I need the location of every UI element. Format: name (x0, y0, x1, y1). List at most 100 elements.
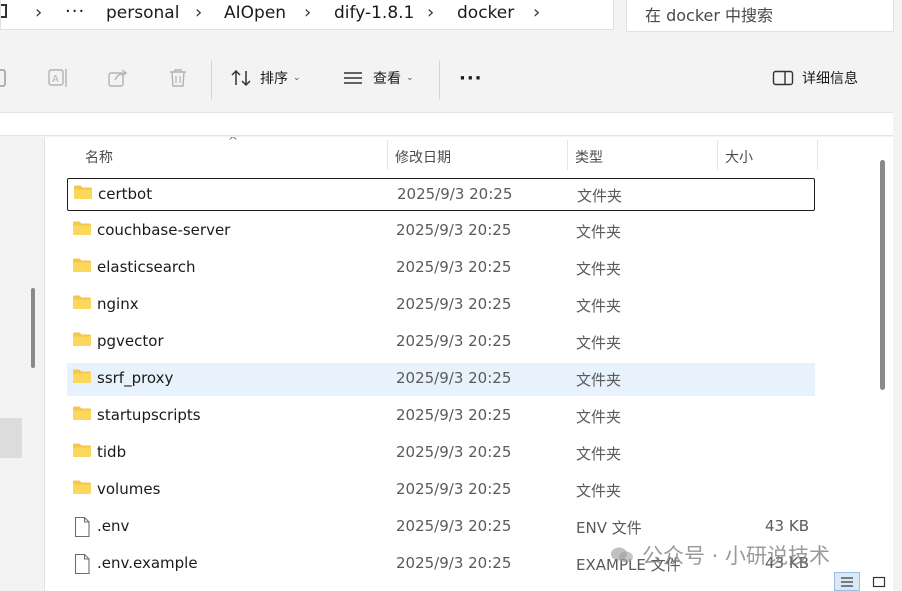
chevron-down-icon: ⌄ (406, 73, 414, 83)
share-button[interactable] (106, 62, 130, 94)
file-type: 文件夹 (576, 334, 622, 352)
column-header-name[interactable]: 名称 (85, 147, 113, 167)
file-type: 文件夹 (576, 371, 622, 389)
file-name: certbot (98, 185, 153, 203)
file-type: 文件夹 (577, 187, 623, 205)
column-header-modified[interactable]: 修改日期 (395, 147, 451, 167)
file-modified: 2025/9/3 20:25 (396, 221, 512, 239)
toolbar-divider (211, 60, 212, 100)
folder-icon (72, 368, 92, 388)
file-name: elasticsearch (97, 258, 196, 276)
column-divider[interactable] (387, 140, 388, 170)
file-list: ^ 名称 修改日期 类型 大小 certbot 2025/9/3 20:25 文件夹… (44, 137, 893, 591)
navigation-scrollbar[interactable] (31, 288, 35, 368)
file-modified: 2025/9/3 20:25 (396, 443, 512, 461)
sort-label: 排序 (260, 71, 288, 87)
breadcrumb-personal[interactable]: personal (106, 3, 179, 23)
file-row[interactable]: elasticsearch 2025/9/3 20:25 文件夹 (67, 252, 815, 285)
folder-icon (72, 331, 92, 351)
tiles-view-button[interactable] (866, 572, 892, 591)
folder-icon (72, 405, 92, 425)
this-pc-icon[interactable] (1, 4, 7, 18)
folder-icon (72, 220, 92, 240)
view-switcher (834, 572, 892, 591)
navigation-selected-item[interactable] (0, 418, 22, 458)
file-modified: 2025/9/3 20:25 (396, 258, 512, 276)
view-icon (342, 68, 364, 88)
file-type: 文件夹 (576, 408, 622, 426)
search-input[interactable] (627, 0, 893, 30)
delete-button[interactable] (166, 62, 190, 94)
file-modified: 2025/9/3 20:25 (396, 406, 512, 424)
file-modified: 2025/9/3 20:25 (396, 517, 512, 535)
file-list-scrollbar[interactable] (880, 160, 885, 390)
rename-icon: A (46, 67, 70, 89)
trash-icon (166, 67, 190, 89)
breadcrumb-overflow[interactable]: ··· (65, 1, 85, 22)
file-type: ENV 文件 (576, 519, 642, 537)
column-header-type[interactable]: 类型 (575, 147, 603, 167)
file-modified: 2025/9/3 20:25 (396, 332, 512, 350)
file-type: 文件夹 (576, 297, 622, 315)
file-row[interactable]: startupscripts 2025/9/3 20:25 文件夹 (67, 400, 815, 433)
tiles-view-icon (872, 576, 886, 587)
file-name: pgvector (97, 332, 164, 350)
file-row[interactable]: nginx 2025/9/3 20:25 文件夹 (67, 289, 815, 322)
details-pane-button[interactable]: 详细信息 (772, 62, 858, 94)
rename-button[interactable]: A (46, 62, 70, 94)
breadcrumb-dify[interactable]: dify-1.8.1 (334, 3, 414, 23)
view-button[interactable]: 查看 ⌄ (342, 62, 414, 94)
column-header-size[interactable]: 大小 (725, 147, 753, 167)
column-header-row: ^ 名称 修改日期 类型 大小 (45, 137, 893, 173)
details-view-icon (841, 576, 853, 587)
file-size: 43 KB (765, 517, 809, 535)
file-row[interactable]: volumes 2025/9/3 20:25 文件夹 (67, 474, 815, 507)
details-view-button[interactable] (834, 572, 860, 591)
search-box[interactable] (626, 0, 894, 32)
folder-icon (72, 294, 92, 314)
file-modified: 2025/9/3 20:25 (396, 369, 512, 387)
file-row[interactable]: tidb 2025/9/3 20:25 文件夹 (67, 437, 815, 470)
column-divider[interactable] (717, 140, 718, 170)
chevron-right-icon[interactable]: › (533, 2, 540, 23)
sort-icon (230, 68, 254, 88)
breadcrumb-docker[interactable]: docker (457, 3, 514, 23)
sort-button[interactable]: 排序 ⌄ (230, 62, 301, 94)
share-icon (106, 67, 130, 89)
address-bar[interactable]: › ··· personal › AIOpen › dify-1.8.1 › d… (0, 0, 614, 30)
chevron-right-icon[interactable]: › (304, 2, 311, 23)
new-button[interactable] (0, 62, 8, 94)
more-options-button[interactable]: ··· (459, 62, 483, 94)
view-label: 查看 (373, 71, 401, 87)
file-row[interactable]: couchbase-server 2025/9/3 20:25 文件夹 (67, 215, 815, 248)
toolbar-divider (439, 60, 440, 100)
file-row[interactable]: pgvector 2025/9/3 20:25 文件夹 (67, 326, 815, 359)
file-name: volumes (97, 480, 161, 498)
file-type: 文件夹 (576, 482, 622, 500)
sort-ascending-icon: ^ (228, 137, 239, 148)
file-icon (72, 553, 92, 579)
file-icon (72, 516, 92, 542)
file-row[interactable]: certbot 2025/9/3 20:25 文件夹 (67, 178, 815, 211)
folder-icon (73, 184, 93, 204)
folder-icon (72, 257, 92, 277)
chevron-right-icon[interactable]: › (35, 2, 42, 23)
file-name: nginx (97, 295, 139, 313)
chevron-right-icon[interactable]: › (195, 2, 202, 23)
file-type: 文件夹 (576, 445, 622, 463)
chevron-right-icon[interactable]: › (427, 2, 434, 23)
chevron-down-icon: ⌄ (293, 73, 301, 83)
file-name: .env.example (97, 554, 198, 572)
watermark: 公众号 · 小研说技术 (610, 540, 830, 570)
details-pane-icon (772, 68, 794, 88)
folder-icon (72, 479, 92, 499)
column-divider[interactable] (567, 140, 568, 170)
file-modified: 2025/9/3 20:25 (396, 480, 512, 498)
file-row[interactable]: ssrf_proxy 2025/9/3 20:25 文件夹 (67, 363, 815, 396)
wechat-icon (611, 547, 633, 563)
file-name: couchbase-server (97, 221, 231, 239)
breadcrumb-aiopen[interactable]: AIOpen (224, 3, 286, 23)
watermark-text: 公众号 · 小研说技术 (642, 544, 831, 568)
column-divider[interactable] (817, 140, 818, 170)
command-bar: A 排序 ⌄ 查看 ⌄ ··· 详细信息 (0, 48, 902, 110)
